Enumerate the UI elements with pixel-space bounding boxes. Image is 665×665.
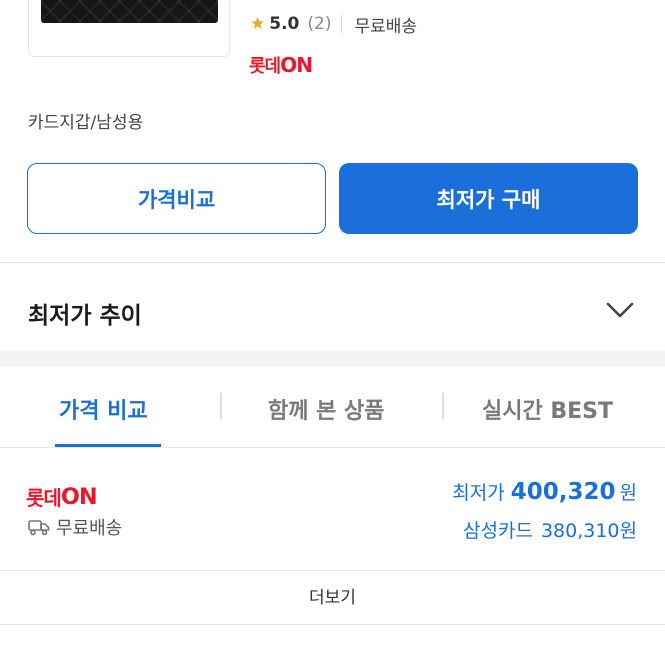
tab-viewed-together[interactable]: 함께 본 상품 [268, 393, 385, 425]
card-discount-price[interactable]: 삼성카드 380,310원 [463, 516, 637, 543]
logo-suffix: ON [60, 483, 98, 510]
seller-logo[interactable]: 롯데 ON [26, 482, 98, 511]
price-trend-title[interactable]: 최저가 추이 [28, 296, 142, 330]
product-image [41, 0, 218, 23]
logo-prefix: 롯데 [249, 56, 281, 77]
tab-realtime-best[interactable]: 실시간 BEST [482, 393, 613, 425]
logo-prefix: 롯데 [26, 486, 62, 510]
shipping-label: 무료배송 [354, 16, 418, 37]
truck-icon [28, 520, 50, 536]
divider [0, 624, 665, 625]
lotteon-logo: 롯데 ON [249, 52, 313, 78]
buy-lowest-button[interactable]: 최저가 구매 [339, 163, 638, 234]
review-count[interactable]: (2) [307, 14, 331, 34]
lowest-price-unit: 원 [619, 482, 637, 504]
card-price-amount: 380,310원 [540, 520, 637, 542]
lowest-price-amount: 400,320 [510, 479, 616, 505]
divider [0, 262, 665, 263]
divider [0, 447, 665, 448]
divider [341, 15, 343, 33]
divider [0, 570, 665, 571]
compare-price-button[interactable]: 가격비교 [27, 163, 326, 234]
lowest-price-label: 최저가 [452, 482, 505, 504]
chevron-down-icon[interactable] [604, 297, 636, 323]
tab-price-compare[interactable]: 가격 비교 [59, 393, 148, 425]
product-category: 카드지갑/남성용 [28, 113, 144, 133]
star-icon: ★ [250, 14, 266, 34]
tab-divider [220, 393, 222, 419]
section-gap [0, 351, 665, 367]
free-shipping: 무료배송 [28, 514, 122, 540]
tab-divider [442, 393, 444, 419]
more-button[interactable]: 더보기 [0, 583, 665, 608]
rating-value: 5.0 [269, 14, 300, 34]
shipping-label: 무료배송 [56, 518, 123, 539]
lowest-price[interactable]: 최저가 400,320 원 [452, 478, 637, 505]
product-thumbnail[interactable] [28, 0, 230, 57]
tab-bar: 가격 비교 함께 본 상품 실시간 BEST [0, 367, 665, 447]
rating-row: ★ 5.0 (2) 무료배송 [250, 11, 417, 37]
card-name: 삼성카드 [463, 520, 533, 542]
logo-suffix: ON [280, 53, 313, 77]
